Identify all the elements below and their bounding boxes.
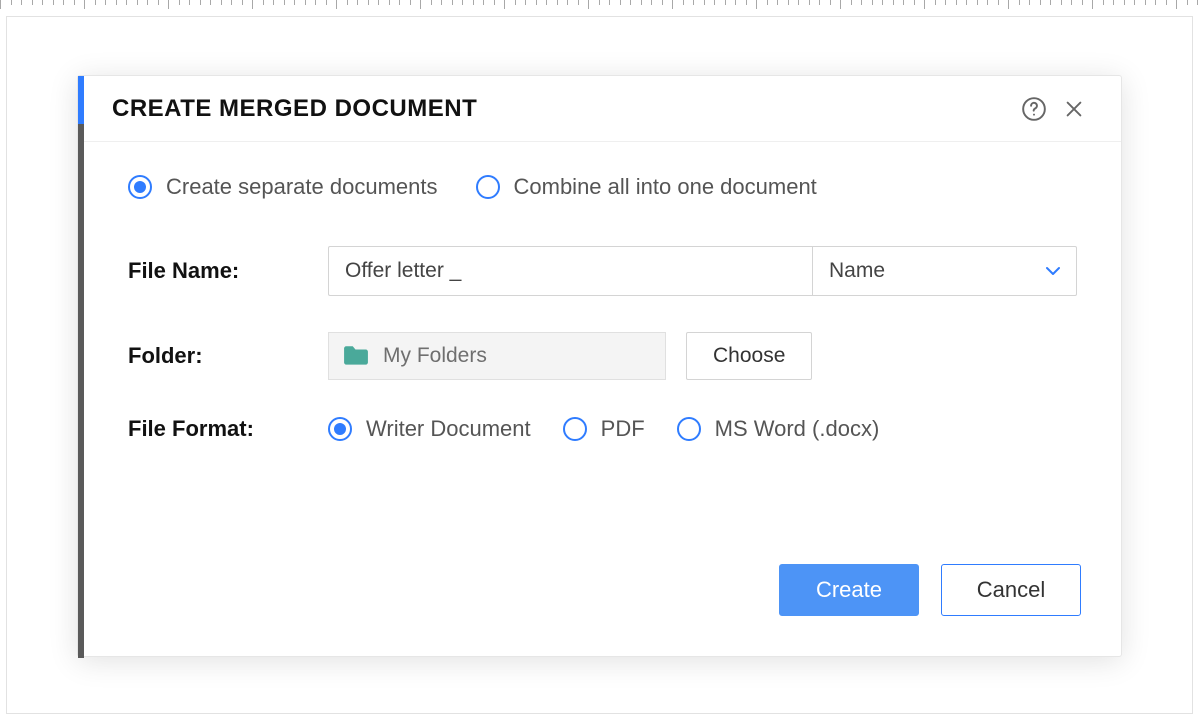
name-field-select[interactable]: Name bbox=[812, 246, 1077, 296]
radio-create-separate[interactable]: Create separate documents bbox=[128, 174, 438, 200]
file-format-label: File Format: bbox=[128, 416, 328, 442]
chevron-down-icon bbox=[1046, 266, 1060, 276]
radio-label: MS Word (.docx) bbox=[715, 416, 880, 442]
file-format-row: File Format: Writer Document PDF MS Word… bbox=[128, 416, 1077, 442]
radio-icon bbox=[677, 417, 701, 441]
radio-format-writer[interactable]: Writer Document bbox=[328, 416, 531, 442]
radio-icon bbox=[476, 175, 500, 199]
dialog-actions: Create Cancel bbox=[779, 564, 1081, 616]
file-name-input[interactable] bbox=[328, 246, 812, 296]
document-canvas: Create Merged Document Create separate d… bbox=[6, 16, 1193, 714]
folder-display: My Folders bbox=[328, 332, 666, 380]
choose-folder-button[interactable]: Choose bbox=[686, 332, 812, 380]
radio-icon bbox=[128, 175, 152, 199]
create-button[interactable]: Create bbox=[779, 564, 919, 616]
select-value: Name bbox=[829, 259, 885, 283]
file-name-row: File Name: Name bbox=[128, 246, 1077, 296]
radio-format-pdf[interactable]: PDF bbox=[563, 416, 645, 442]
radio-icon bbox=[328, 417, 352, 441]
radio-label: PDF bbox=[601, 416, 645, 442]
folder-label: Folder: bbox=[128, 343, 328, 369]
radio-label: Create separate documents bbox=[166, 174, 438, 200]
dialog-stripe bbox=[78, 76, 84, 656]
dialog-title: Create Merged Document bbox=[112, 95, 1017, 123]
file-name-label: File Name: bbox=[128, 258, 328, 284]
create-merged-document-dialog: Create Merged Document Create separate d… bbox=[77, 75, 1122, 657]
help-icon[interactable] bbox=[1017, 92, 1051, 126]
horizontal-ruler bbox=[0, 0, 1199, 10]
dialog-header: Create Merged Document bbox=[78, 76, 1121, 142]
radio-combine-all[interactable]: Combine all into one document bbox=[476, 174, 817, 200]
radio-format-docx[interactable]: MS Word (.docx) bbox=[677, 416, 880, 442]
folder-row: Folder: My Folders Choose bbox=[128, 332, 1077, 380]
merge-mode-radiogroup: Create separate documents Combine all in… bbox=[128, 174, 1077, 200]
radio-label: Writer Document bbox=[366, 416, 531, 442]
folder-icon bbox=[343, 345, 369, 367]
radio-label: Combine all into one document bbox=[514, 174, 817, 200]
close-icon[interactable] bbox=[1057, 92, 1091, 126]
folder-value: My Folders bbox=[383, 344, 487, 368]
cancel-button[interactable]: Cancel bbox=[941, 564, 1081, 616]
radio-icon bbox=[563, 417, 587, 441]
